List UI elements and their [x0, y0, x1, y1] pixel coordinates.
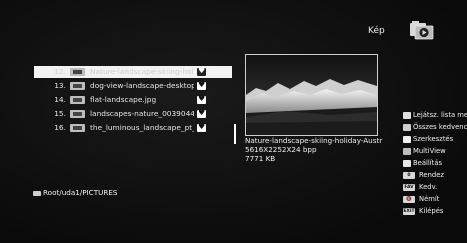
preview-filename: Nature-landscape-skiing-holiday-Austr	[245, 136, 383, 145]
file-number: 13.	[54, 81, 66, 90]
image-file-icon	[70, 82, 85, 90]
path-text: Root/uda1/PICTURES	[43, 188, 118, 197]
file-row-16[interactable]: 16. the_luminous_landscape_pt_	[34, 121, 232, 134]
file-number: 14.	[54, 95, 66, 104]
page-title: Kép	[368, 26, 385, 36]
exit-key-icon: EXIT	[403, 208, 415, 215]
image-file-icon	[70, 96, 85, 104]
image-preview	[245, 54, 378, 136]
image-file-icon	[70, 124, 85, 132]
menu-label: Szerkesztés	[413, 135, 454, 143]
fav-key-icon: FAV	[403, 184, 415, 191]
file-list: 12. Nature-landscape-skiing-holiday- 13.…	[34, 65, 232, 166]
file-row-12[interactable]: 12. Nature-landscape-skiing-holiday-	[34, 65, 232, 78]
landscape-thumbnail	[246, 55, 377, 135]
file-number: 16.	[54, 123, 66, 132]
file-name: the_luminous_landscape_pt_	[90, 123, 194, 132]
zero-key-icon: 0	[403, 172, 415, 179]
file-number: 15.	[54, 109, 66, 118]
favorite-icon	[197, 65, 206, 77]
red-key-icon	[403, 112, 411, 119]
file-name: landscapes-nature_0039044	[90, 109, 194, 118]
menu-label: MultiView	[413, 147, 446, 155]
preview-resolution: 5616X2252X24 bpp	[245, 145, 317, 154]
yellow-key-icon	[403, 136, 411, 143]
favorite-icon	[197, 107, 206, 119]
image-file-icon	[70, 68, 85, 76]
blue-key-icon	[403, 148, 411, 155]
favorite-icon	[197, 93, 206, 105]
mute-key-icon: 🔇	[403, 196, 415, 203]
menu-key-icon	[403, 160, 411, 167]
menu-label: Némít	[419, 195, 440, 203]
image-file-icon	[70, 110, 85, 118]
photo-browser-screen: Kép 12. Nature-landscape-skiing-holiday-…	[0, 0, 467, 243]
menu-label: Lejátsz. lista me	[413, 111, 467, 119]
file-row-15[interactable]: 15. landscapes-nature_0039044	[34, 107, 232, 120]
file-row-14[interactable]: 14. flat-landscape.jpg	[34, 93, 232, 106]
menu-label: Beállítás	[413, 159, 443, 167]
file-number: 12.	[54, 67, 66, 76]
list-scrollbar[interactable]	[234, 124, 236, 144]
menu-label: Összes kedvenc	[413, 123, 467, 131]
file-name: dog-view-landscape-desktop-	[90, 81, 194, 90]
file-name: Nature-landscape-skiing-holiday-	[90, 67, 194, 76]
photo-viewer-icon	[410, 21, 434, 40]
current-path: Root/uda1/PICTURES	[33, 188, 117, 197]
menu-label: Kedv.	[419, 183, 438, 191]
storage-icon	[33, 190, 41, 196]
favorite-icon	[197, 79, 206, 91]
file-row-13[interactable]: 13. dog-view-landscape-desktop-	[34, 79, 232, 92]
preview-size: 7771 KB	[245, 154, 276, 163]
favorite-icon	[197, 121, 206, 133]
menu-label: Kilépés	[419, 207, 444, 215]
preview-info: Nature-landscape-skiing-holiday-Austr 56…	[245, 136, 382, 163]
green-key-icon	[403, 124, 411, 131]
menu-label: Rendez	[419, 171, 444, 179]
file-name: flat-landscape.jpg	[90, 95, 157, 104]
